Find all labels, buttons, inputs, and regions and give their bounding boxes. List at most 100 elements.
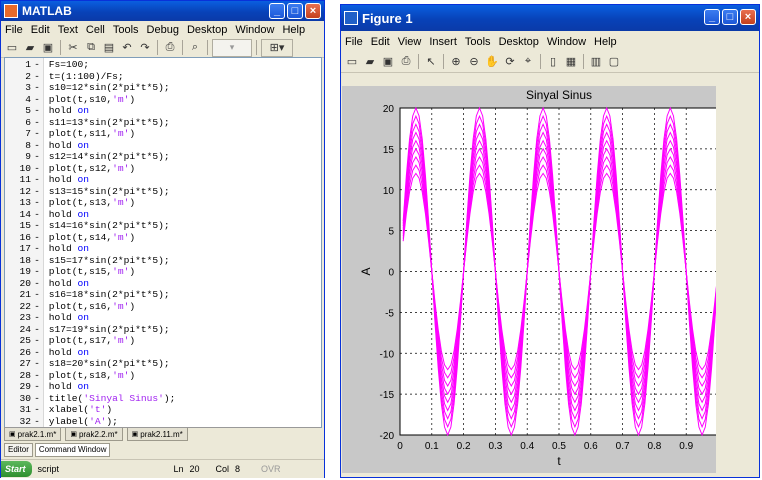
code-line[interactable]: 18- s15=17*sin(2*pi*t*5); — [5, 255, 169, 267]
code-line[interactable]: 10- plot(t,s12,'m') — [5, 163, 135, 175]
breakpoint-marker[interactable]: - — [31, 381, 43, 393]
breakpoint-marker[interactable]: - — [31, 266, 43, 278]
show-plot-tools-icon[interactable]: ▢ — [606, 54, 622, 70]
figure-menu-edit[interactable]: Edit — [367, 36, 394, 48]
figure-maximize-button[interactable]: □ — [722, 9, 738, 25]
figure-menu-help[interactable]: Help — [590, 36, 621, 48]
code-line[interactable]: 5- hold on — [5, 105, 89, 117]
matlab-menu-window[interactable]: Window — [231, 24, 278, 36]
print-icon[interactable]: ⎙ — [162, 40, 178, 56]
breakpoint-marker[interactable]: - — [31, 358, 43, 370]
code-line[interactable]: 26- hold on — [5, 347, 89, 359]
close-button[interactable]: × — [305, 3, 321, 19]
matlab-menu-help[interactable]: Help — [278, 24, 309, 36]
breakpoint-marker[interactable]: - — [31, 301, 43, 313]
code-line[interactable]: 8- hold on — [5, 140, 89, 152]
code-line[interactable]: 13- plot(t,s13,'m') — [5, 197, 135, 209]
sine-chart[interactable]: 0 0.1 0.2 0.3 0.4 0.5 0.6 0.7 0.8 0.9 1 20 15 10 5 0 -5 -… — [342, 86, 721, 473]
breakpoint-marker[interactable]: - — [31, 416, 43, 428]
code-line[interactable]: 30- title('Sinyal Sinus'); — [5, 393, 175, 405]
breakpoint-marker[interactable]: - — [31, 151, 43, 163]
figure-close-button[interactable]: × — [740, 9, 756, 25]
redo-icon[interactable]: ↷ — [137, 40, 153, 56]
code-line[interactable]: 17- hold on — [5, 243, 89, 255]
matlab-menu-debug[interactable]: Debug — [143, 24, 183, 36]
breakpoint-marker[interactable]: - — [31, 255, 43, 267]
code-line[interactable]: 7- plot(t,s11,'m') — [5, 128, 135, 140]
breakpoint-marker[interactable]: - — [31, 59, 43, 71]
breakpoint-marker[interactable]: - — [31, 128, 43, 140]
code-line[interactable]: 14- hold on — [5, 209, 89, 221]
rotate-icon[interactable]: ⟳ — [502, 54, 518, 70]
code-line[interactable]: 9- s12=14*sin(2*pi*t*5); — [5, 151, 169, 163]
breakpoint-marker[interactable]: - — [31, 186, 43, 198]
matlab-menu-cell[interactable]: Cell — [82, 24, 109, 36]
figure-menu-window[interactable]: Window — [543, 36, 590, 48]
breakpoint-marker[interactable]: - — [31, 94, 43, 106]
file-tab[interactable]: ▣ prak2.2.m* — [65, 428, 123, 441]
matlab-menu-file[interactable]: File — [1, 24, 27, 36]
code-line[interactable]: 22- plot(t,s16,'m') — [5, 301, 135, 313]
zoom-in-icon[interactable]: ⊕ — [448, 54, 464, 70]
code-line[interactable]: 1- Fs=100; — [5, 59, 89, 71]
code-line[interactable]: 24- s17=19*sin(2*pi*t*5); — [5, 324, 169, 336]
matlab-menu-tools[interactable]: Tools — [109, 24, 143, 36]
undo-icon[interactable]: ↶ — [119, 40, 135, 56]
figure-minimize-button[interactable]: _ — [704, 9, 720, 25]
code-line[interactable]: 11- hold on — [5, 174, 89, 186]
breakpoint-marker[interactable]: - — [31, 347, 43, 359]
breakpoint-marker[interactable]: - — [31, 105, 43, 117]
function-dropdown[interactable]: ▾ — [212, 38, 252, 57]
code-line[interactable]: 21- s16=18*sin(2*pi*t*5); — [5, 289, 169, 301]
code-line[interactable]: 29- hold on — [5, 381, 89, 393]
tab-command-window[interactable]: Command Window — [34, 443, 111, 457]
code-line[interactable]: 16- plot(t,s14,'m') — [5, 232, 135, 244]
breakpoint-marker[interactable]: - — [31, 393, 43, 405]
minimize-button[interactable]: _ — [269, 3, 285, 19]
code-line[interactable]: 19- plot(t,s15,'m') — [5, 266, 135, 278]
file-tab[interactable]: ▣ prak2.11.m* — [126, 428, 188, 441]
code-line[interactable]: 27- s18=20*sin(2*pi*t*5); — [5, 358, 169, 370]
breakpoint-marker[interactable]: - — [31, 140, 43, 152]
code-line[interactable]: 2- t=(1:100)/Fs; — [5, 71, 123, 83]
figure-menu-desktop[interactable]: Desktop — [495, 36, 543, 48]
figure-menu-tools[interactable]: Tools — [461, 36, 495, 48]
matlab-menu-edit[interactable]: Edit — [27, 24, 54, 36]
find-icon[interactable]: ⌕ — [187, 40, 203, 56]
breakpoint-marker[interactable]: - — [31, 312, 43, 324]
open-file-icon[interactable]: ▰ — [362, 54, 378, 70]
legend-icon[interactable]: ▦ — [563, 54, 579, 70]
code-line[interactable]: 32- ylabel('A'); — [5, 416, 117, 428]
file-tab[interactable]: ▣ prak2.1.m* — [4, 428, 62, 441]
breakpoint-marker[interactable]: - — [31, 209, 43, 221]
code-line[interactable]: 20- hold on — [5, 278, 89, 290]
breakpoint-marker[interactable]: - — [31, 71, 43, 83]
tab-editor[interactable]: Editor — [4, 443, 33, 457]
breakpoint-marker[interactable]: - — [31, 335, 43, 347]
breakpoint-marker[interactable]: - — [31, 289, 43, 301]
colorbar-icon[interactable]: ▯ — [545, 54, 561, 70]
breakpoint-marker[interactable]: - — [31, 197, 43, 209]
breakpoint-marker[interactable]: - — [31, 324, 43, 336]
zoom-out-icon[interactable]: ⊖ — [466, 54, 482, 70]
open-folder-icon[interactable]: ▰ — [22, 40, 38, 56]
paste-icon[interactable]: ▤ — [101, 40, 117, 56]
code-line[interactable]: 28- plot(t,s18,'m') — [5, 370, 135, 382]
cut-icon[interactable]: ✂ — [65, 40, 81, 56]
breakpoint-marker[interactable]: - — [31, 232, 43, 244]
data-cursor-icon[interactable]: ⌖ — [520, 54, 536, 70]
breakpoint-marker[interactable]: - — [31, 174, 43, 186]
code-line[interactable]: 15- s14=16*sin(2*pi*t*5); — [5, 220, 169, 232]
breakpoint-marker[interactable]: - — [31, 117, 43, 129]
print-figure-icon[interactable]: ⎙ — [398, 54, 414, 70]
breakpoint-marker[interactable]: - — [31, 220, 43, 232]
start-button[interactable]: Start — [1, 461, 32, 477]
code-line[interactable]: 23- hold on — [5, 312, 89, 324]
save-icon[interactable]: ▣ — [40, 40, 56, 56]
matlab-menu-text[interactable]: Text — [54, 24, 82, 36]
new-figure-icon[interactable]: ▭ — [344, 54, 360, 70]
figure-menu-view[interactable]: View — [394, 36, 426, 48]
save-figure-icon[interactable]: ▣ — [380, 54, 396, 70]
layout-icon[interactable]: ⊞▾ — [261, 38, 293, 57]
code-line[interactable]: 12- s13=15*sin(2*pi*t*5); — [5, 186, 169, 198]
